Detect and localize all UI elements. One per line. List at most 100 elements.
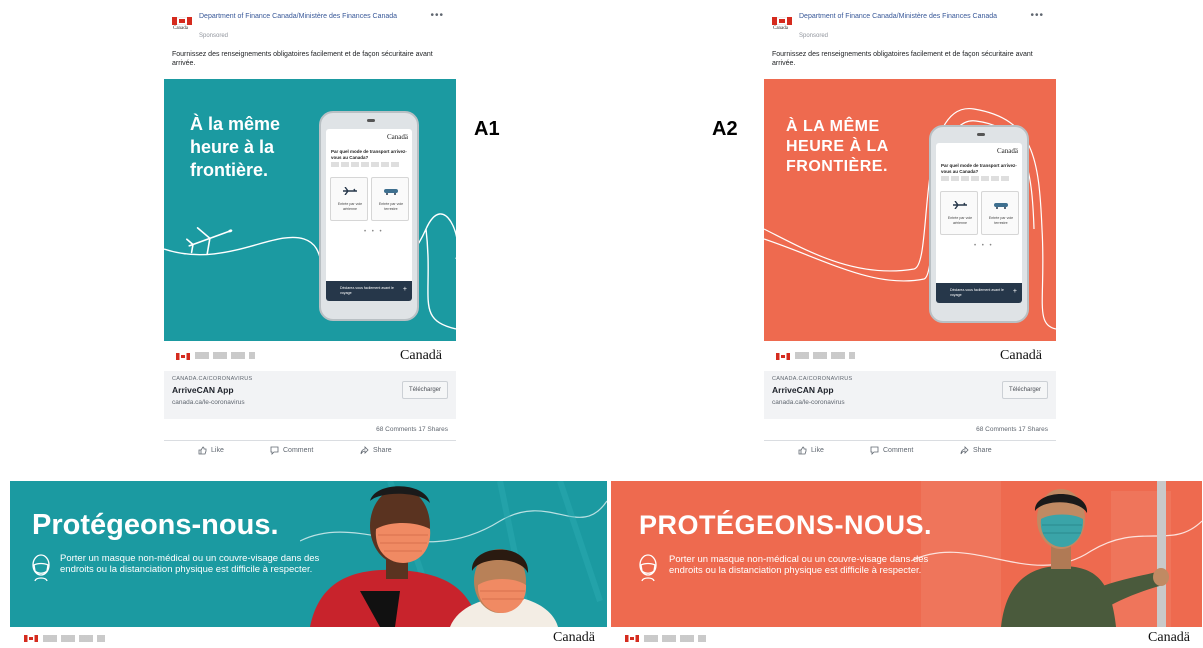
page-name-link[interactable]: Department of Finance Canada/Ministère d… <box>799 12 999 21</box>
ad-post-a1: Canada Department of Finance Canada/Mini… <box>164 6 456 468</box>
canada-wordmark: Canadä <box>1148 630 1190 645</box>
engagement-counts[interactable]: 68 Comments 17 Shares <box>976 426 1048 433</box>
canada-wordmark: Canadä <box>387 133 408 141</box>
car-icon <box>994 203 1008 209</box>
government-signature: Canadä <box>164 343 456 371</box>
option-air-label: Entrée par voie aérienne <box>947 216 973 225</box>
more-options-icon[interactable]: ••• <box>1030 10 1044 21</box>
post-text: Fournissez des renseignements obligatoir… <box>772 51 1033 67</box>
divider <box>764 440 1056 441</box>
canada-wordmark: Canadä <box>553 630 595 645</box>
canada-flag-logo[interactable]: Canada <box>772 14 792 32</box>
app-bottom-bar[interactable]: Déclarez-vous facilement avant le voyage… <box>326 281 412 301</box>
comment-label: Comment <box>883 447 914 454</box>
sponsored-label: Sponsored <box>199 33 229 39</box>
option-land-label: Entrée par voie terrestre <box>988 216 1014 225</box>
option-air[interactable]: Entrée par voie aérienne <box>330 177 368 221</box>
like-label: Like <box>811 447 824 454</box>
download-button[interactable]: Télécharger <box>402 381 448 399</box>
comment-button[interactable]: Comment <box>870 446 913 455</box>
share-icon <box>360 446 369 455</box>
divider <box>164 440 456 441</box>
banner-text: Porter un masque non-médical ou un couvr… <box>669 554 929 576</box>
share-label: Share <box>973 447 992 454</box>
option-air[interactable]: Entrée par voie aérienne <box>940 191 978 235</box>
comment-button[interactable]: Comment <box>270 446 313 455</box>
creative-headline: À LA MÊME HEURE À LA FRONTIÈRE. <box>786 118 889 175</box>
transport-question: Par quel mode de transport arrivez-vous … <box>941 163 1017 174</box>
download-button[interactable]: Télécharger <box>1002 381 1048 399</box>
link-preview[interactable]: CANADA.CA/CORONAVIRUS ArriveCAN App cana… <box>764 371 1056 419</box>
bottom-bar-text: Déclarez-vous facilement avant le voyage <box>340 286 394 295</box>
option-land[interactable]: Entrée par voie terrestre <box>981 191 1019 235</box>
banner-title: Protégeons-nous. <box>32 509 279 541</box>
ad-creative[interactable]: À la même heure à la frontière. Canadä P… <box>164 79 456 341</box>
flag-icon <box>625 635 639 642</box>
like-button[interactable]: Like <box>798 446 824 455</box>
banner-text: Porter un masque non-médical ou un couvr… <box>60 553 320 575</box>
version-label-a1: A1 <box>474 118 500 140</box>
government-signature: Canadä <box>764 343 1056 371</box>
engagement-counts[interactable]: 68 Comments 17 Shares <box>376 426 448 433</box>
more-options-icon[interactable]: ••• <box>430 10 444 21</box>
ad-creative[interactable]: À LA MÊME HEURE À LA FRONTIÈRE. Canadä P… <box>764 79 1056 341</box>
creative-headline: À la même heure à la frontière. <box>190 114 281 180</box>
share-button[interactable]: Share <box>360 446 392 455</box>
phone-mockup: Canadä Par quel mode de transport arrive… <box>929 125 1029 323</box>
canada-wordmark: Canadä <box>1000 348 1042 363</box>
like-button[interactable]: Like <box>198 446 224 455</box>
plane-icon <box>953 201 967 209</box>
thumbs-up-icon <box>798 446 807 455</box>
comment-icon <box>870 446 879 455</box>
canada-wordmark: Canadä <box>400 348 442 363</box>
comment-label: Comment <box>283 447 314 454</box>
canada-wordmark: Canadä <box>997 147 1018 155</box>
app-screen: Canadä Par quel mode de transport arrive… <box>936 143 1022 303</box>
post-header: Canada Department of Finance Canada/Mini… <box>172 10 448 46</box>
link-domain: CANADA.CA/CORONAVIRUS <box>772 376 853 382</box>
face-mask-icon <box>32 554 50 582</box>
post-actions: Like Comment Share <box>764 446 1056 462</box>
plus-icon[interactable]: + <box>403 286 407 293</box>
transport-question: Par quel mode de transport arrivez-vous … <box>331 149 407 160</box>
pager-dots: • • • <box>974 243 994 249</box>
app-screen: Canadä Par quel mode de transport arrive… <box>326 129 412 301</box>
face-mask-icon <box>639 554 657 582</box>
app-bottom-bar[interactable]: Déclarez-vous facilement avant le voyage… <box>936 283 1022 303</box>
version-label-a2: A2 <box>712 118 738 140</box>
thumbs-up-icon <box>198 446 207 455</box>
plane-icon <box>343 187 357 195</box>
banner-signature: Canadä <box>611 628 1202 648</box>
option-land[interactable]: Entrée par voie terrestre <box>371 177 409 221</box>
canada-flag-logo[interactable]: Canada <box>172 14 192 32</box>
share-button[interactable]: Share <box>960 446 992 455</box>
banner-title: PROTÉGEONS-NOUS. <box>639 510 933 540</box>
link-preview[interactable]: CANADA.CA/CORONAVIRUS ArriveCAN App cana… <box>164 371 456 419</box>
flag-icon <box>24 635 38 642</box>
share-label: Share <box>373 447 392 454</box>
link-title[interactable]: ArriveCAN App <box>772 385 834 395</box>
like-label: Like <box>211 447 224 454</box>
link-url: canada.ca/le-coronavirus <box>172 399 245 406</box>
person-mask-photo <box>911 481 1202 627</box>
people-masks-photo <box>300 481 607 627</box>
option-air-label: Entrée par voie aérienne <box>337 202 363 211</box>
plus-icon[interactable]: + <box>1013 288 1017 295</box>
sponsored-label: Sponsored <box>799 33 829 39</box>
post-header: Canada Department of Finance Canada/Mini… <box>772 10 1048 46</box>
page-name-link[interactable]: Department of Finance Canada/Ministère d… <box>199 12 399 21</box>
car-icon <box>384 189 398 195</box>
flag-icon <box>176 353 190 360</box>
comment-icon <box>270 446 279 455</box>
share-icon <box>960 446 969 455</box>
post-actions: Like Comment Share <box>164 446 456 462</box>
banner-teal[interactable]: Protégeons-nous. Porter un masque non-mé… <box>10 481 607 627</box>
ad-post-a2: Canada Department of Finance Canada/Mini… <box>764 6 1056 468</box>
bottom-bar-text: Déclarez-vous facilement avant le voyage <box>950 288 1004 297</box>
banner-coral[interactable]: PROTÉGEONS-NOUS. Porter un masque non-mé… <box>611 481 1202 627</box>
link-domain: CANADA.CA/CORONAVIRUS <box>172 376 253 382</box>
option-land-label: Entrée par voie terrestre <box>378 202 404 211</box>
link-title[interactable]: ArriveCAN App <box>172 385 234 395</box>
pager-dots: • • • <box>364 229 384 235</box>
banner-signature: Canadä <box>10 628 607 648</box>
